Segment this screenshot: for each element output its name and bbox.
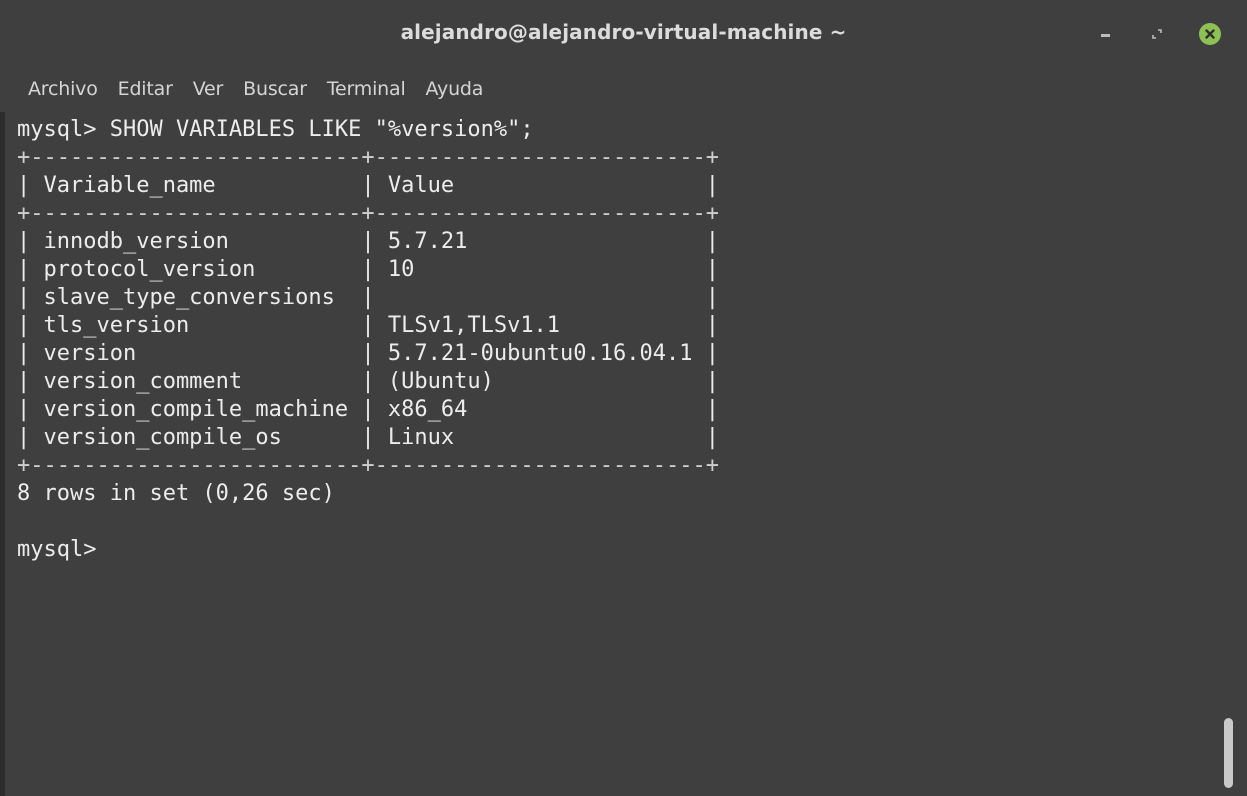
menu-ver[interactable]: Ver — [193, 78, 224, 100]
title-bar[interactable]: alejandro@alejandro-virtual-machine ~ — [0, 0, 1247, 66]
menu-bar: Archivo Editar Ver Buscar Terminal Ayuda — [0, 66, 1247, 112]
close-button[interactable] — [1198, 22, 1222, 46]
table-row: | slave_type_conversions | | — [17, 285, 719, 310]
table-border-bottom: +-------------------------+-------------… — [17, 453, 719, 478]
table-row: | version | 5.7.21-0ubuntu0.16.04.1 | — [17, 341, 719, 366]
scrollbar-thumb[interactable] — [1224, 718, 1233, 788]
mysql-prompt: mysql> — [17, 537, 97, 562]
menu-buscar[interactable]: Buscar — [243, 78, 307, 100]
menu-archivo[interactable]: Archivo — [28, 78, 98, 100]
table-border-top: +-------------------------+-------------… — [17, 145, 719, 170]
menu-terminal[interactable]: Terminal — [327, 78, 406, 100]
table-row: | version_compile_machine | x86_64 | — [17, 397, 719, 422]
maximize-button[interactable] — [1145, 22, 1169, 46]
terminal-text: mysql> SHOW VARIABLES LIKE "%version%"; … — [17, 116, 719, 564]
close-icon — [1199, 23, 1221, 45]
minimize-button[interactable] — [1093, 22, 1117, 46]
table-border-mid: +-------------------------+-------------… — [17, 201, 719, 226]
command-line: mysql> SHOW VARIABLES LIKE "%version%"; — [17, 117, 534, 142]
maximize-icon — [1152, 29, 1162, 39]
table-header-row: | Variable_name | Value | — [17, 173, 719, 198]
menu-editar[interactable]: Editar — [118, 78, 173, 100]
result-summary: 8 rows in set (0,26 sec) — [17, 481, 335, 506]
table-row: | tls_version | TLSv1,TLSv1.1 | — [17, 313, 719, 338]
minimize-icon — [1100, 33, 1110, 37]
table-row: | protocol_version | 10 | — [17, 257, 719, 282]
table-row: | innodb_version | 5.7.21 | — [17, 229, 719, 254]
table-row: | version_comment | (Ubuntu) | — [17, 369, 719, 394]
vertical-scrollbar[interactable] — [1211, 112, 1247, 796]
menu-ayuda[interactable]: Ayuda — [426, 78, 484, 100]
table-row: | version_compile_os | Linux | — [17, 425, 719, 450]
terminal-window: alejandro@alejandro-virtual-machine ~ Ar… — [0, 0, 1247, 796]
terminal-output[interactable]: mysql> SHOW VARIABLES LIKE "%version%"; … — [5, 112, 1211, 792]
window-title: alejandro@alejandro-virtual-machine ~ — [400, 20, 847, 44]
